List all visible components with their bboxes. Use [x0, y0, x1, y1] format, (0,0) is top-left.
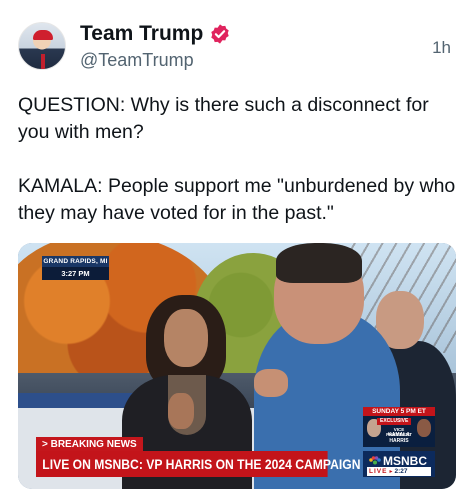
avatar-tie [41, 54, 45, 69]
avatar[interactable] [18, 22, 66, 70]
network-name: MSNBC [383, 454, 427, 468]
promo-guest-face [417, 419, 431, 437]
video-man-hair [276, 243, 362, 283]
post-text: QUESTION: Why is there such a disconnect… [18, 92, 458, 227]
breaking-news-label: > BREAKING NEWS [36, 437, 143, 451]
location-name: GRAND RAPIDS, MI [42, 256, 109, 267]
author-name[interactable]: Team Trump [80, 22, 203, 46]
post-timestamp[interactable]: 1h [432, 38, 451, 58]
live-indicator: LIVE ▸ 2:27 [367, 467, 431, 476]
video-media[interactable]: GRAND RAPIDS, MI 3:27 PM > BREAKING NEWS… [18, 243, 456, 489]
promo-box: SUNDAY 5 PM ET EXCLUSIVE VICE PRESIDENT … [363, 407, 435, 447]
location-bug: GRAND RAPIDS, MI 3:27 PM [42, 256, 109, 280]
peacock-icon [369, 456, 381, 465]
post-paragraph: QUESTION: Why is there such a disconnect… [18, 94, 429, 143]
location-time: 3:27 PM [42, 267, 109, 280]
promo-day: SUNDAY 5 PM ET [363, 407, 435, 416]
video-man-hand [254, 369, 288, 397]
author-handle[interactable]: @TeamTrump [80, 50, 194, 71]
lower-third-banner: LIVE ON MSNBC: VP HARRIS ON THE 2024 CAM… [36, 451, 361, 477]
network-bug: MSNBC LIVE ▸ 2:27 [363, 451, 435, 477]
verified-badge-icon [211, 24, 230, 44]
live-label: LIVE [369, 468, 388, 475]
network-logo: MSNBC [369, 454, 427, 468]
avatar-cap [33, 30, 53, 40]
live-time: 2:27 [394, 468, 408, 475]
post-header: Team Trump @TeamTrump 1h [18, 18, 455, 74]
author-name-row: Team Trump [80, 22, 231, 46]
video-woman-face [164, 309, 208, 367]
post-paragraph: KAMALA: People support me "unburdened by… [18, 175, 456, 224]
video-woman-hand [168, 393, 194, 429]
promo-exclusive-tag: EXCLUSIVE [377, 418, 412, 425]
promo-title-line2: KAMALA HARRIS [388, 432, 410, 444]
